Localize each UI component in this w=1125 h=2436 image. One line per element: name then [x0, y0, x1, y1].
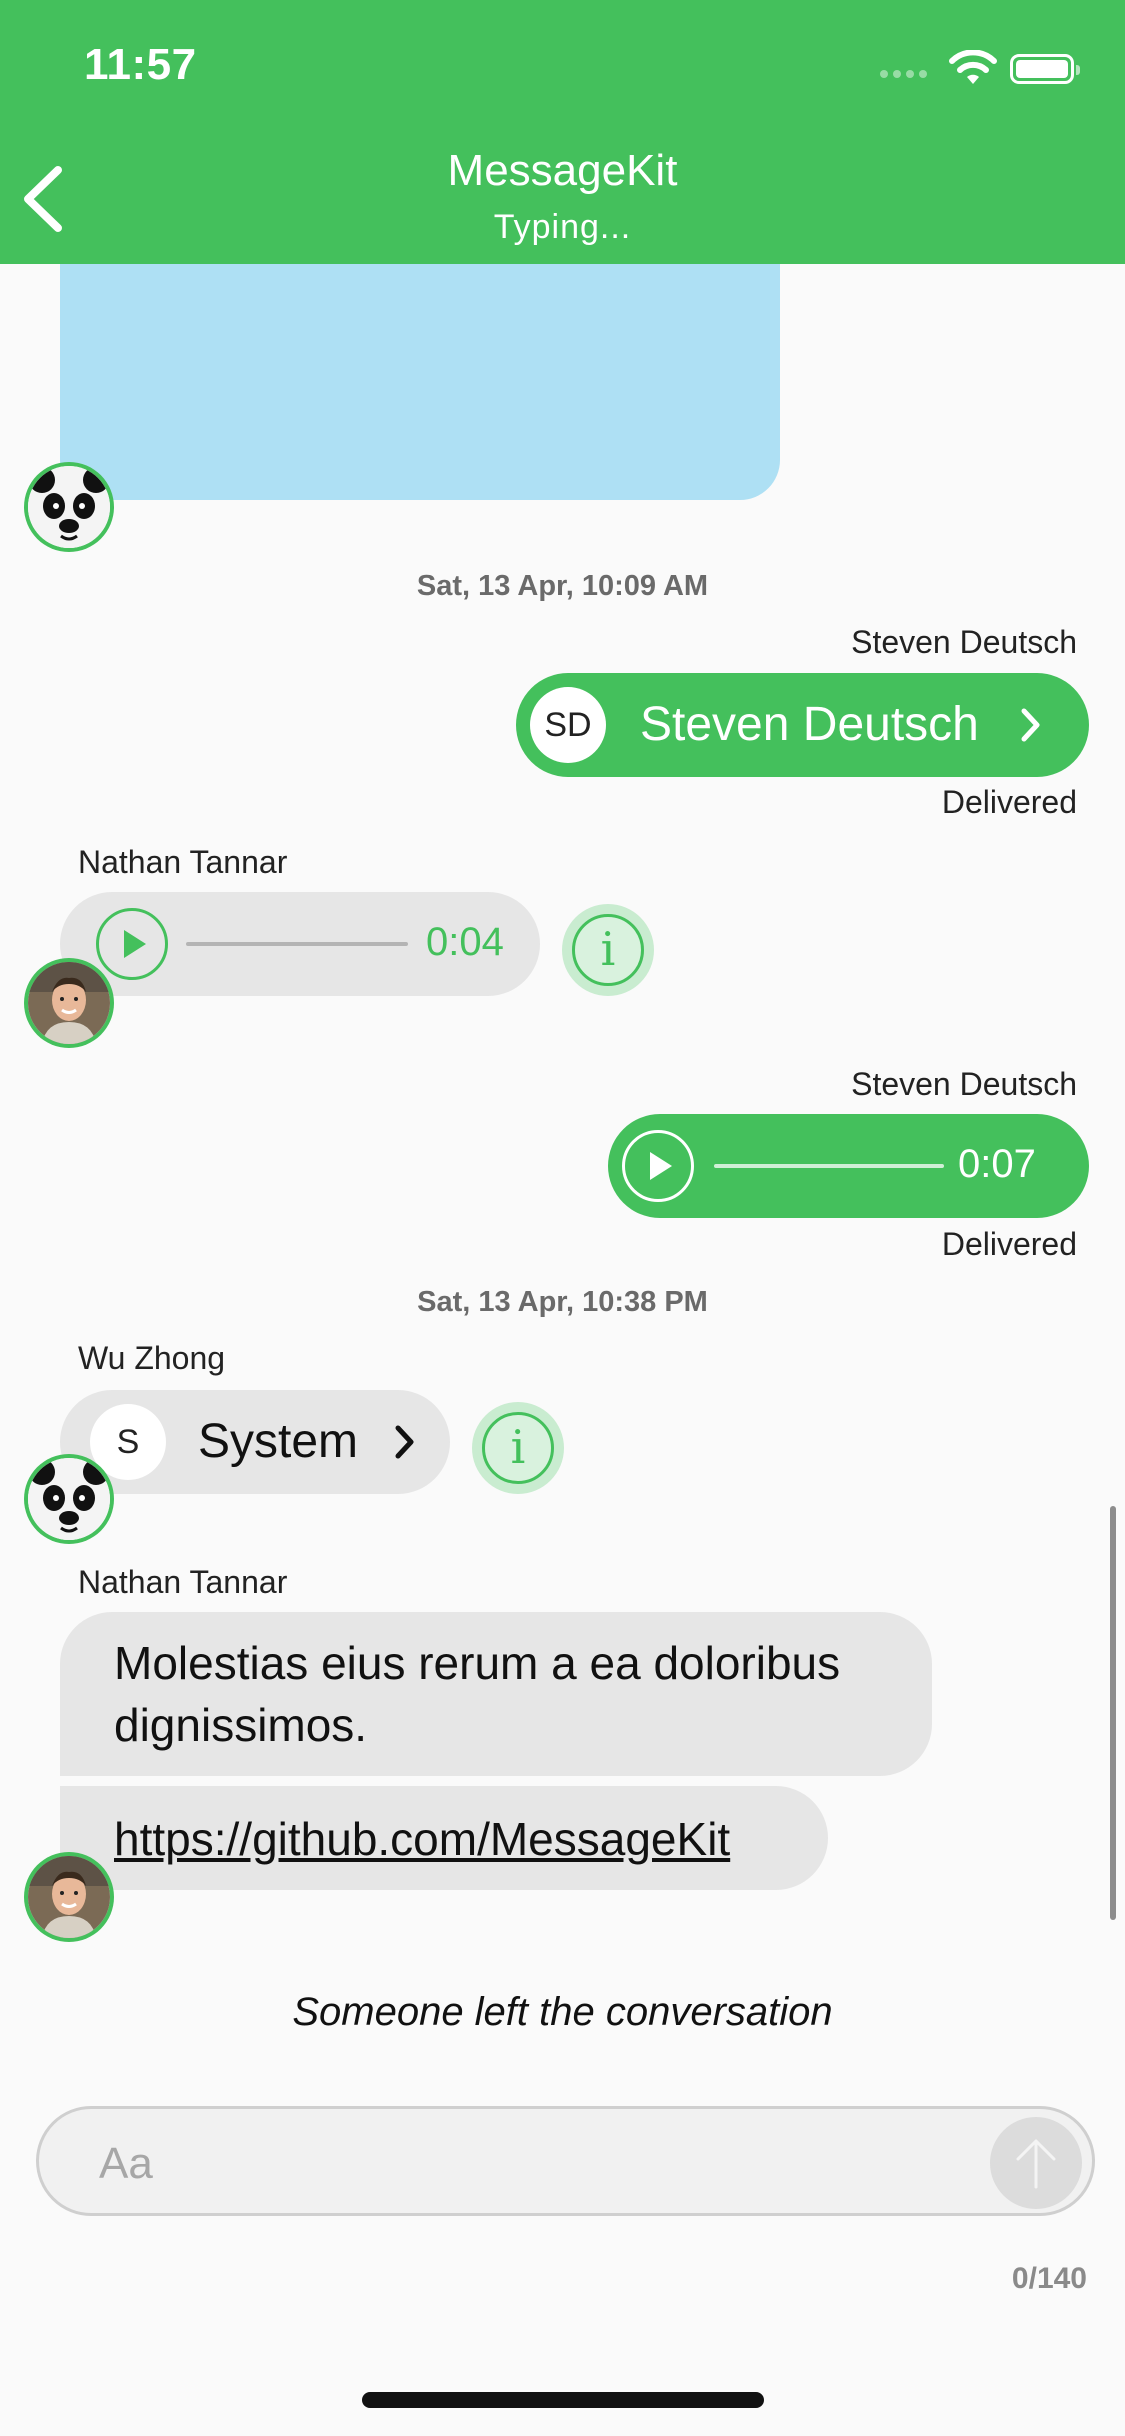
navigation-header: 11:57 MessageKit Typing...	[0, 0, 1125, 264]
delivery-status: Delivered	[941, 784, 1077, 820]
audio-message-bubble[interactable]: 0:04	[60, 892, 540, 996]
audio-progress-track[interactable]	[186, 942, 408, 946]
message-text-line: Molestias eius rerum a ea doloribus	[114, 1637, 841, 1689]
message-text-line: dignissimos.	[114, 1699, 368, 1751]
contact-initials-avatar: SD	[530, 687, 606, 763]
play-icon	[124, 930, 146, 958]
system-message: Someone left the conversation	[292, 1990, 833, 2034]
panda-avatar-image	[28, 466, 110, 548]
audio-progress-track[interactable]	[714, 1164, 944, 1168]
message-link[interactable]: https://github.com/MessageKit	[114, 1808, 730, 1870]
panda-avatar-image	[28, 1458, 110, 1540]
wifi-icon	[949, 50, 997, 84]
text-message-bubble[interactable]: Molestias eius rerum a ea doloribus dign…	[60, 1612, 932, 1776]
timestamp-label: Sat, 13 Apr, 10:09 AM	[416, 570, 709, 602]
info-icon: i	[482, 1412, 554, 1484]
sender-name: Steven Deutsch	[851, 1066, 1077, 1102]
play-button[interactable]	[96, 908, 168, 980]
sender-name: Wu Zhong	[78, 1340, 226, 1376]
audio-duration: 0:04	[426, 920, 504, 964]
cellular-signal-icon	[880, 58, 928, 78]
timestamp-label: Sat, 13 Apr, 10:38 PM	[417, 1286, 708, 1318]
link-message-bubble[interactable]: https://github.com/MessageKit	[60, 1786, 828, 1890]
contact-message-bubble[interactable]: SD Steven Deutsch	[516, 673, 1089, 777]
avatar[interactable]	[24, 1454, 114, 1544]
play-icon	[650, 1152, 672, 1180]
nav-subtitle: Typing...	[493, 208, 632, 246]
send-arrow-icon	[1016, 2139, 1056, 2189]
nathan-avatar-image	[28, 962, 110, 1044]
chevron-right-icon	[1021, 708, 1040, 742]
send-button[interactable]	[990, 2117, 1082, 2209]
chevron-right-icon	[395, 1425, 414, 1459]
character-counter: 0/140	[1011, 2262, 1087, 2295]
nathan-avatar-image	[28, 1856, 110, 1938]
photo-message-bubble[interactable]	[60, 264, 780, 500]
status-time: 11:57	[84, 40, 197, 89]
sender-name: Nathan Tannar	[78, 844, 288, 880]
audio-duration: 0:07	[958, 1142, 1036, 1186]
avatar[interactable]	[24, 1852, 114, 1942]
avatar[interactable]	[24, 958, 114, 1048]
sender-name: Nathan Tannar	[78, 1564, 288, 1600]
info-button[interactable]: i	[472, 1402, 564, 1494]
message-input[interactable]: Aa	[36, 2106, 1095, 2216]
avatar[interactable]	[24, 462, 114, 552]
contact-name: Steven Deutsch	[640, 698, 979, 751]
contact-name: System	[198, 1415, 359, 1468]
nav-title: MessageKit	[447, 146, 678, 195]
play-button[interactable]	[622, 1130, 694, 1202]
audio-message-bubble[interactable]: 0:07	[608, 1114, 1089, 1218]
battery-icon	[1010, 54, 1080, 84]
sender-name: Steven Deutsch	[851, 624, 1077, 660]
delivery-status: Delivered	[941, 1226, 1077, 1262]
info-icon: i	[572, 914, 644, 986]
info-button[interactable]: i	[562, 904, 654, 996]
input-placeholder: Aa	[99, 2139, 153, 2188]
home-indicator[interactable]	[362, 2392, 764, 2408]
scroll-indicator[interactable]	[1110, 1506, 1116, 1920]
contact-message-bubble[interactable]: S System	[60, 1390, 450, 1494]
